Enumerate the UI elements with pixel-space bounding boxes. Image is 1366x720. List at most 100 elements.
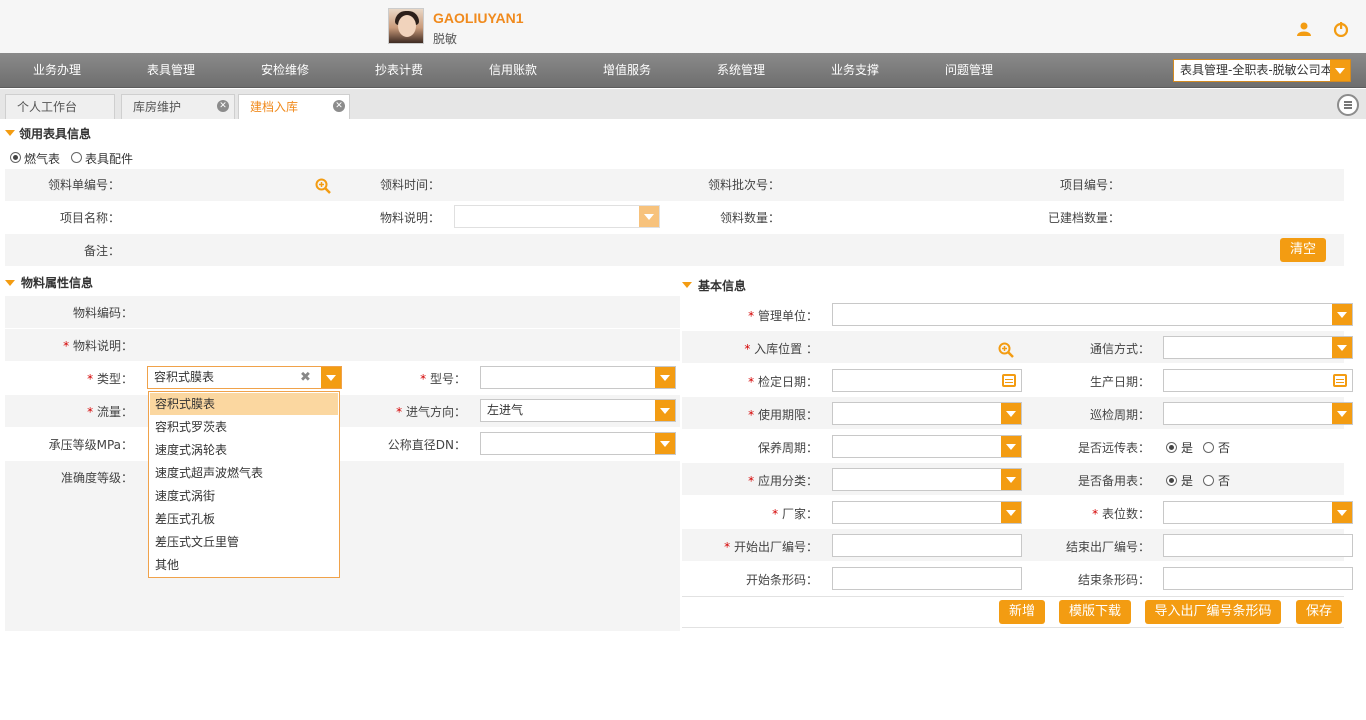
clear-icon[interactable]: ✖ — [300, 367, 311, 388]
start-barcode-input[interactable] — [832, 567, 1022, 590]
calendar-icon[interactable] — [1002, 374, 1016, 387]
label-check-date: * 检定日期： — [700, 373, 818, 390]
end-barcode-input[interactable] — [1163, 567, 1353, 590]
tab-warehouse[interactable]: 库房维护 ✕ — [121, 94, 235, 119]
label-type: * 类型： — [10, 370, 133, 387]
radio-gas-meter[interactable] — [10, 152, 21, 163]
label-inlet: * 进气方向： — [366, 403, 466, 420]
diameter-select[interactable] — [480, 432, 676, 455]
nav-item-inspection[interactable]: 安检维修 — [235, 53, 335, 88]
search-icon[interactable] — [315, 178, 331, 194]
template-download-button[interactable]: 模版下载 — [1059, 600, 1131, 624]
label-archived-qty: 已建档数量： — [1047, 211, 1120, 225]
dropdown-option[interactable]: 速度式涡轮表 — [150, 439, 338, 461]
clear-button[interactable]: 清空 — [1280, 238, 1326, 262]
radio-spare-yes[interactable] — [1166, 475, 1177, 486]
radio-remote-no[interactable] — [1203, 442, 1214, 453]
required-mark: * — [87, 372, 97, 386]
collapse-icon[interactable] — [5, 130, 15, 136]
nav-item-business[interactable]: 业务办理 — [7, 53, 107, 88]
calendar-icon[interactable] — [1333, 374, 1347, 387]
label-diameter: 公称直径DN： — [387, 438, 466, 452]
tab-archive-inbound[interactable]: 建档入库 ✕ — [238, 94, 350, 119]
required-mark: * — [87, 405, 97, 419]
collapse-icon[interactable] — [682, 282, 692, 288]
nav-item-support[interactable]: 业务支撑 — [805, 53, 905, 88]
nav-item-billing[interactable]: 抄表计费 — [349, 53, 449, 88]
nav-item-issues[interactable]: 问题管理 — [919, 53, 1019, 88]
label-order-no: 领料单编号： — [47, 178, 120, 192]
close-icon[interactable]: ✕ — [333, 100, 345, 112]
dropdown-option[interactable]: 其他 — [150, 554, 338, 576]
user-icon[interactable] — [1296, 21, 1314, 39]
label-material-code: 物料编码： — [72, 306, 133, 320]
model-select[interactable] — [480, 366, 676, 389]
username: GAOLIUYAN1 — [433, 10, 524, 26]
vendor-select[interactable] — [832, 501, 1022, 524]
close-icon[interactable]: ✕ — [217, 100, 229, 112]
radio-spare-no[interactable] — [1203, 475, 1214, 486]
required-mark: * — [744, 342, 755, 356]
required-mark: * — [772, 507, 782, 521]
label-text: 开始出厂编号： — [733, 540, 818, 554]
label-flow: * 流量： — [10, 403, 133, 420]
comm-select[interactable] — [1163, 336, 1353, 359]
dropdown-option[interactable]: 容积式膜表 — [150, 393, 338, 415]
dropdown-option[interactable]: 差压式文丘里管 — [150, 531, 338, 553]
patrol-select[interactable] — [1163, 402, 1353, 425]
chevron-down-icon — [321, 367, 341, 388]
divider — [682, 627, 1344, 628]
label-text: 入库位置 ： — [754, 342, 818, 356]
dropdown-option[interactable]: 容积式罗茨表 — [150, 416, 338, 438]
label-attr-desc: * 物料说明： — [10, 337, 133, 354]
nav-item-credit[interactable]: 信用账款 — [463, 53, 563, 88]
user-display-name: 脱敏 — [433, 32, 458, 46]
start-factory-input[interactable] — [832, 534, 1022, 557]
user-avatar[interactable] — [388, 8, 424, 44]
tab-label: 库房维护 — [133, 100, 182, 114]
digits-select[interactable] — [1163, 501, 1353, 524]
label-unit: * 管理单位： — [700, 307, 818, 324]
label-project-no: 项目编号： — [1059, 178, 1120, 192]
save-button[interactable]: 保存 — [1296, 600, 1342, 624]
nav-item-meter-mgmt[interactable]: 表具管理 — [121, 53, 221, 88]
chevron-down-icon — [1001, 403, 1021, 424]
role-select[interactable]: 表具管理-全职表-脱敏公司本 — [1173, 59, 1351, 82]
label-text: 表位数： — [1101, 507, 1150, 521]
unit-select[interactable] — [832, 303, 1353, 326]
radio-parts[interactable] — [71, 152, 82, 163]
material-desc-select[interactable] — [454, 205, 660, 228]
tab-workbench[interactable]: 个人工作台 — [5, 94, 115, 119]
radio-parts-label: 表具配件 — [85, 152, 134, 166]
inlet-select-value: 左进气 — [487, 403, 524, 417]
required-mark: * — [748, 408, 758, 422]
check-date-input[interactable] — [832, 369, 1022, 392]
category-select[interactable] — [832, 468, 1022, 491]
section-title-attr: 物料属性信息 — [21, 276, 94, 290]
dropdown-option[interactable]: 速度式超声波燃气表 — [150, 462, 338, 484]
dropdown-option[interactable]: 速度式涡街 — [150, 485, 338, 507]
label-text: 型号： — [429, 372, 466, 386]
add-button[interactable]: 新增 — [999, 600, 1045, 624]
collapse-icon[interactable] — [5, 280, 15, 286]
prod-date-input[interactable] — [1163, 369, 1353, 392]
use-period-select[interactable] — [832, 402, 1022, 425]
tab-menu-icon[interactable] — [1337, 94, 1359, 116]
label-material-desc: 物料说明： — [379, 211, 440, 225]
nav-item-system[interactable]: 系统管理 — [691, 53, 791, 88]
required-mark: * — [420, 372, 430, 386]
search-icon[interactable] — [998, 342, 1014, 358]
maintain-select[interactable] — [832, 435, 1022, 458]
required-mark: * — [63, 339, 73, 353]
import-barcode-button[interactable]: 导入出厂编号条形码 — [1145, 600, 1281, 624]
required-mark: * — [748, 474, 758, 488]
label-text: 物料说明： — [72, 339, 133, 353]
inlet-select[interactable]: 左进气 — [480, 399, 676, 422]
type-select[interactable]: 容积式膜表 ✖ — [147, 366, 342, 389]
power-icon[interactable] — [1333, 21, 1351, 39]
label-text: 检定日期： — [757, 375, 818, 389]
end-factory-input[interactable] — [1163, 534, 1353, 557]
nav-item-value-added[interactable]: 增值服务 — [577, 53, 677, 88]
dropdown-option[interactable]: 差压式孔板 — [150, 508, 338, 530]
radio-remote-yes[interactable] — [1166, 442, 1177, 453]
